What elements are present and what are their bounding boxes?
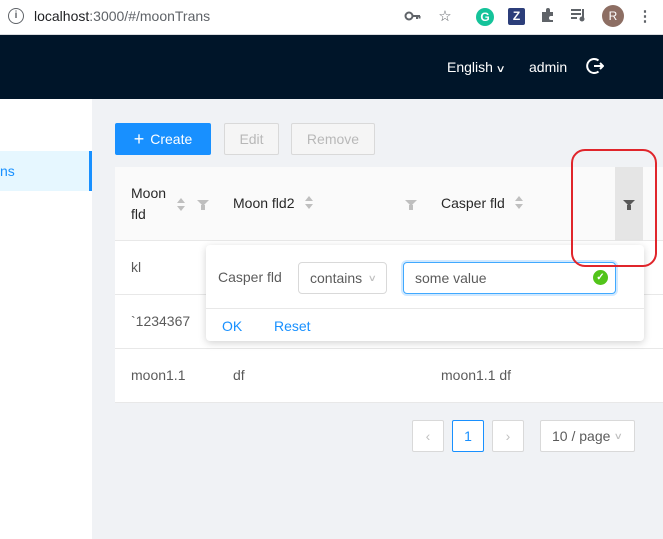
column-label-line2: fld <box>131 206 146 222</box>
browser-toolbar: i localhost:3000/#/moonTrans ☆ G Z R ⋮ <box>0 0 663 35</box>
filter-reset-button[interactable]: Reset <box>274 318 311 334</box>
prev-page-button[interactable]: ‹ <box>412 420 444 452</box>
page-size-select[interactable]: 10 / page ∨ <box>540 420 635 452</box>
sort-icon[interactable] <box>515 196 525 212</box>
table-row[interactable]: moon1.1 df moon1.1 df <box>115 349 663 403</box>
edit-button[interactable]: Edit <box>224 123 279 155</box>
sidebar-item-label: ns <box>0 163 15 179</box>
divider <box>206 308 644 309</box>
bookmark-star-icon[interactable]: ☆ <box>435 7 455 27</box>
filter-value-input[interactable] <box>403 262 616 294</box>
filter-icon[interactable] <box>197 200 209 210</box>
filter-field-label: Casper fld <box>218 269 282 285</box>
create-button[interactable]: + Create <box>115 123 211 155</box>
table-cell: moon1.1 <box>131 367 186 383</box>
table-cell: df <box>233 367 245 383</box>
column-header-casper-fld[interactable]: Casper fld <box>425 167 615 241</box>
language-selector[interactable]: English ∨ <box>447 59 506 75</box>
url-path: :3000/#/moonTrans <box>89 8 211 24</box>
sort-icon[interactable] <box>177 198 187 214</box>
check-circle-icon: ✓ <box>593 270 608 285</box>
key-icon[interactable] <box>403 7 423 27</box>
filter-operator-value: contains <box>310 270 363 286</box>
z-extension-icon[interactable]: Z <box>508 8 525 25</box>
create-label: Create <box>150 131 193 147</box>
column-label: Casper fld <box>441 195 505 211</box>
filter-operator-select[interactable]: contains ∨ <box>298 262 387 294</box>
logout-icon[interactable] <box>586 57 605 75</box>
address-bar[interactable]: localhost:3000/#/moonTrans <box>34 8 210 24</box>
site-info-icon[interactable]: i <box>8 8 24 24</box>
table-cell: `1234367 <box>131 313 191 329</box>
grammarly-extension-icon[interactable]: G <box>476 8 494 26</box>
profile-avatar[interactable]: R <box>602 5 624 27</box>
filter-dropdown: Casper fld contains ∨ ✓ OK Reset <box>206 245 644 341</box>
chevron-down-icon: ∨ <box>495 64 506 75</box>
filter-icon[interactable] <box>623 200 635 210</box>
column-label-line1: Moon <box>131 185 167 201</box>
active-filter-column[interactable] <box>615 167 643 241</box>
url-host: localhost <box>34 8 90 24</box>
extensions-puzzle-icon[interactable] <box>538 7 558 27</box>
chevron-down-icon: ∨ <box>614 431 624 441</box>
column-header-moon-fld[interactable]: Moon fld <box>115 167 217 241</box>
filter-icon[interactable] <box>405 200 417 210</box>
user-name[interactable]: admin <box>529 59 567 75</box>
filter-ok-button[interactable]: OK <box>222 318 242 334</box>
remove-button[interactable]: Remove <box>291 123 375 155</box>
plus-icon: + <box>133 129 145 149</box>
column-label: Moon fld2 <box>233 195 295 211</box>
page-size-value: 10 / page <box>552 428 611 444</box>
chevron-down-icon: ∨ <box>368 273 378 283</box>
table-header: Moon fld Moon fld2 Casper fld <box>115 167 663 241</box>
next-page-button[interactable]: › <box>492 420 524 452</box>
sort-icon[interactable] <box>305 196 315 212</box>
sidebar: ns <box>0 99 92 539</box>
language-label: English <box>447 59 493 75</box>
column-header-moon-fld2[interactable]: Moon fld2 <box>217 167 425 241</box>
media-queue-icon[interactable] <box>569 7 589 27</box>
table-cell: moon1.1 df <box>441 367 512 383</box>
page-number-button[interactable]: 1 <box>452 420 484 452</box>
table-cell: kl <box>131 259 142 275</box>
column-label: Moon fld <box>131 183 166 225</box>
sidebar-item-active[interactable]: ns <box>0 151 92 191</box>
app-header: English ∨ admin <box>0 35 663 99</box>
browser-menu-icon[interactable]: ⋮ <box>635 7 655 27</box>
